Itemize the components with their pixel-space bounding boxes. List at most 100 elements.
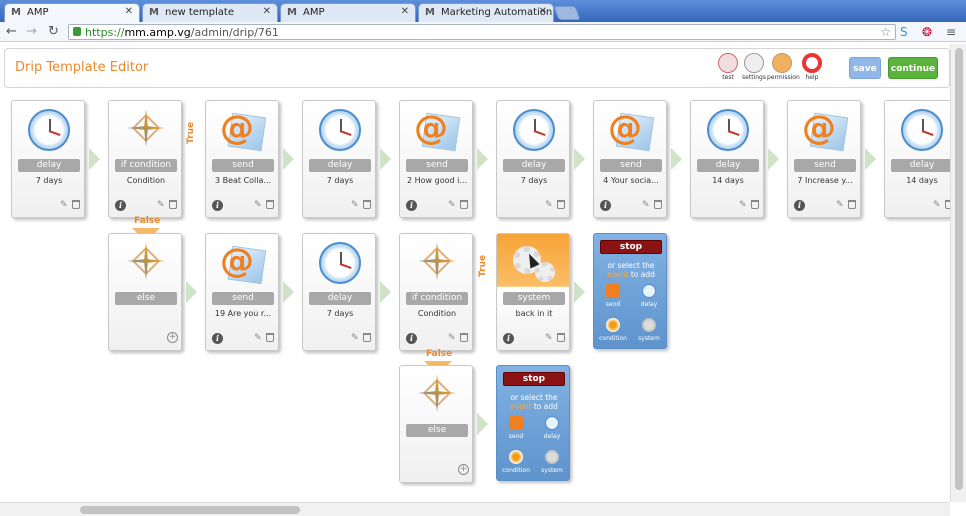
close-tab-icon[interactable]: ✕ <box>401 6 409 17</box>
hint-text: or select the <box>607 261 655 270</box>
browser-tab-bar: M AMP ✕ M new template ✕ M AMP ✕ M Marke… <box>0 0 966 22</box>
step-delay[interactable]: delay 7 days ✎ <box>302 100 376 218</box>
add-condition-option[interactable]: condition <box>501 450 531 474</box>
trash-icon[interactable] <box>363 200 371 209</box>
trash-icon[interactable] <box>266 333 274 342</box>
trash-icon[interactable] <box>266 200 274 209</box>
info-icon[interactable]: i <box>406 200 417 211</box>
edit-icon[interactable]: ✎ <box>254 333 262 343</box>
step-else[interactable]: else + <box>399 365 473 483</box>
tool-label: permission <box>767 74 800 81</box>
step-delay[interactable]: delay 14 days ✎ <box>690 100 764 218</box>
trash-icon[interactable] <box>363 333 371 342</box>
add-send-option[interactable]: send <box>598 284 628 308</box>
edit-icon[interactable]: ✎ <box>545 200 553 210</box>
new-tab-button[interactable] <box>553 6 581 20</box>
save-button[interactable]: save <box>849 57 881 79</box>
tab-amp[interactable]: M AMP ✕ <box>4 3 140 22</box>
close-tab-icon[interactable]: ✕ <box>263 6 271 17</box>
add-delay-option[interactable]: delay <box>537 416 567 440</box>
edit-icon[interactable]: ✎ <box>60 200 68 210</box>
step-delay[interactable]: delay 7 days ✎ <box>302 233 376 351</box>
stop-or-add-panel: stop or select the event to add send del… <box>496 365 570 481</box>
back-arrow-icon[interactable]: ← <box>6 24 17 39</box>
add-send-option[interactable]: send <box>501 416 531 440</box>
add-system-option[interactable]: system <box>634 318 664 342</box>
trash-icon[interactable] <box>460 200 468 209</box>
add-step-icon[interactable]: + <box>167 332 178 343</box>
step-send[interactable]: @ send 4 Your socia... i ✎ <box>593 100 667 218</box>
flow-arrow-icon <box>768 148 779 170</box>
step-delay[interactable]: delay 14 days ✎ <box>884 100 950 218</box>
tab-amp-2[interactable]: M AMP ✕ <box>280 3 416 22</box>
tab-marketing-automation[interactable]: M Marketing Automation So ✕ <box>418 3 554 22</box>
trash-icon[interactable] <box>460 333 468 342</box>
info-icon[interactable]: i <box>406 333 417 344</box>
reload-icon[interactable]: ↻ <box>48 24 59 39</box>
info-icon[interactable]: i <box>115 200 126 211</box>
trash-icon[interactable] <box>169 200 177 209</box>
compass-icon <box>509 450 523 464</box>
email-icon <box>606 284 620 298</box>
step-delay[interactable]: delay 7 days ✎ <box>496 100 570 218</box>
edit-icon[interactable]: ✎ <box>351 333 359 343</box>
continue-button[interactable]: continue <box>888 57 938 79</box>
trash-icon[interactable] <box>557 333 565 342</box>
edit-icon[interactable]: ✎ <box>448 200 456 210</box>
edit-icon[interactable]: ✎ <box>545 333 553 343</box>
add-delay-option[interactable]: delay <box>634 284 664 308</box>
close-tab-icon[interactable]: ✕ <box>125 6 133 17</box>
tab-new-template[interactable]: M new template ✕ <box>142 3 278 22</box>
flow-arrow-icon <box>380 281 391 303</box>
edit-icon[interactable]: ✎ <box>739 200 747 210</box>
horizontal-scrollbar[interactable] <box>0 502 950 516</box>
menu-icon[interactable]: ≡ <box>946 25 956 39</box>
info-icon[interactable]: i <box>212 200 223 211</box>
stop-button[interactable]: stop <box>600 240 662 254</box>
star-icon[interactable]: ☆ <box>880 25 891 39</box>
edit-icon[interactable]: ✎ <box>933 200 941 210</box>
forward-arrow-icon[interactable]: → <box>26 24 37 39</box>
info-icon[interactable]: i <box>212 333 223 344</box>
trash-icon[interactable] <box>557 200 565 209</box>
edit-icon[interactable]: ✎ <box>448 333 456 343</box>
step-send[interactable]: @ send 3 Beat Colla... i ✎ <box>205 100 279 218</box>
stop-button[interactable]: stop <box>503 372 565 386</box>
amp-favicon-icon: M <box>149 7 159 18</box>
info-icon[interactable]: i <box>794 200 805 211</box>
permission-tool[interactable]: permission <box>767 53 800 81</box>
step-label: system <box>503 292 565 305</box>
edit-icon[interactable]: ✎ <box>157 200 165 210</box>
vertical-scrollbar[interactable] <box>950 44 966 502</box>
settings-tool[interactable]: settings <box>739 53 769 81</box>
step-else[interactable]: else + <box>108 233 182 351</box>
extension-icon[interactable]: ❂ <box>922 25 932 39</box>
lifebuoy-icon <box>802 53 822 73</box>
edit-icon[interactable]: ✎ <box>351 200 359 210</box>
skype-extension-icon[interactable]: S <box>900 25 908 39</box>
step-delay[interactable]: delay 7 days ✎ <box>11 100 85 218</box>
step-if-condition[interactable]: if condition Condition i ✎ <box>108 100 182 218</box>
add-system-option[interactable]: system <box>537 450 567 474</box>
edit-icon[interactable]: ✎ <box>254 200 262 210</box>
url-field[interactable]: https://mm.amp.vg/admin/drip/761 ☆ <box>68 24 896 40</box>
add-step-icon[interactable]: + <box>458 464 469 475</box>
info-icon[interactable]: i <box>600 200 611 211</box>
info-icon[interactable]: i <box>503 333 514 344</box>
trash-icon[interactable] <box>751 200 759 209</box>
step-send[interactable]: @ send 19 Are you r... i ✎ <box>205 233 279 351</box>
close-tab-icon[interactable]: ✕ <box>539 6 547 17</box>
step-send[interactable]: @ send 7 Increase y... i ✎ <box>787 100 861 218</box>
trash-icon[interactable] <box>72 200 80 209</box>
scrollbar-thumb[interactable] <box>80 506 300 514</box>
trash-icon[interactable] <box>848 200 856 209</box>
trash-icon[interactable] <box>654 200 662 209</box>
step-send[interactable]: @ send 2 How good i... i ✎ <box>399 100 473 218</box>
add-condition-option[interactable]: condition <box>598 318 628 342</box>
step-if-condition[interactable]: if condition Condition i ✎ <box>399 233 473 351</box>
edit-icon[interactable]: ✎ <box>642 200 650 210</box>
help-tool[interactable]: help <box>797 53 827 81</box>
tab-title: AMP <box>303 7 325 18</box>
scrollbar-thumb[interactable] <box>955 48 963 490</box>
edit-icon[interactable]: ✎ <box>836 200 844 210</box>
